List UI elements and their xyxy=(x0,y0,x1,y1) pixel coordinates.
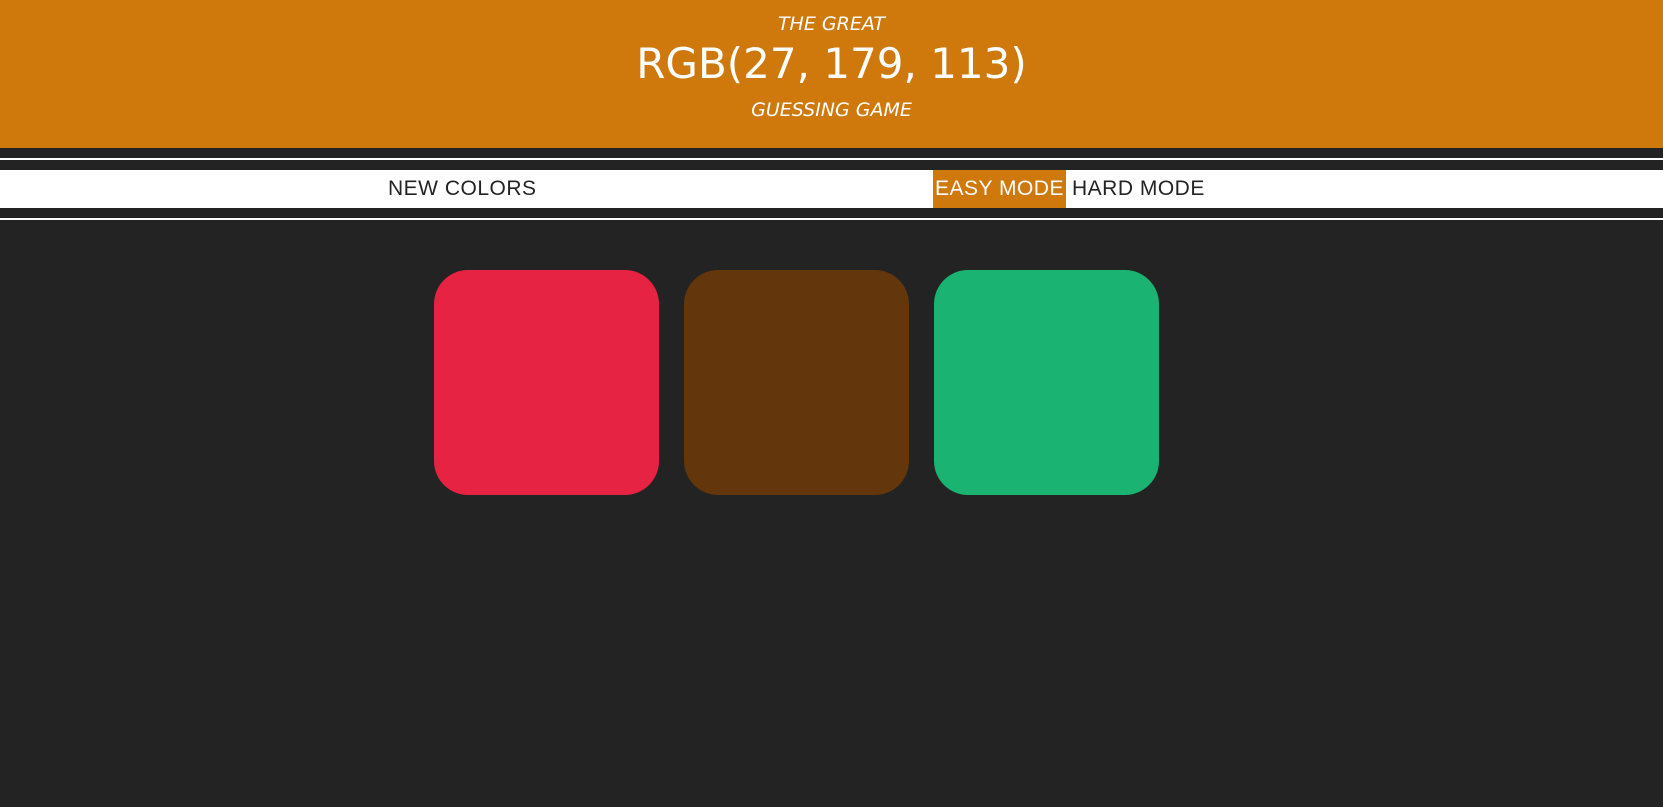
game-header: THE GREAT RGB(27, 179, 113) GUESSING GAM… xyxy=(0,0,1663,148)
hard-mode-button[interactable]: HARD MODE xyxy=(1072,170,1205,208)
color-square-1[interactable] xyxy=(434,270,659,495)
divider-bottom xyxy=(0,218,1663,220)
new-colors-button[interactable]: NEW COLORS xyxy=(388,170,537,208)
color-square-2[interactable] xyxy=(684,270,909,495)
color-square-3[interactable] xyxy=(934,270,1159,495)
control-stripe: NEW COLORS EASY MODE HARD MODE xyxy=(0,170,1663,208)
easy-mode-button[interactable]: EASY MODE xyxy=(933,170,1066,208)
title-the-great: THE GREAT xyxy=(777,13,886,35)
divider-top xyxy=(0,158,1663,160)
target-rgb-value: RGB(27, 179, 113) xyxy=(636,39,1027,88)
title-guessing-game: GUESSING GAME xyxy=(751,99,912,121)
